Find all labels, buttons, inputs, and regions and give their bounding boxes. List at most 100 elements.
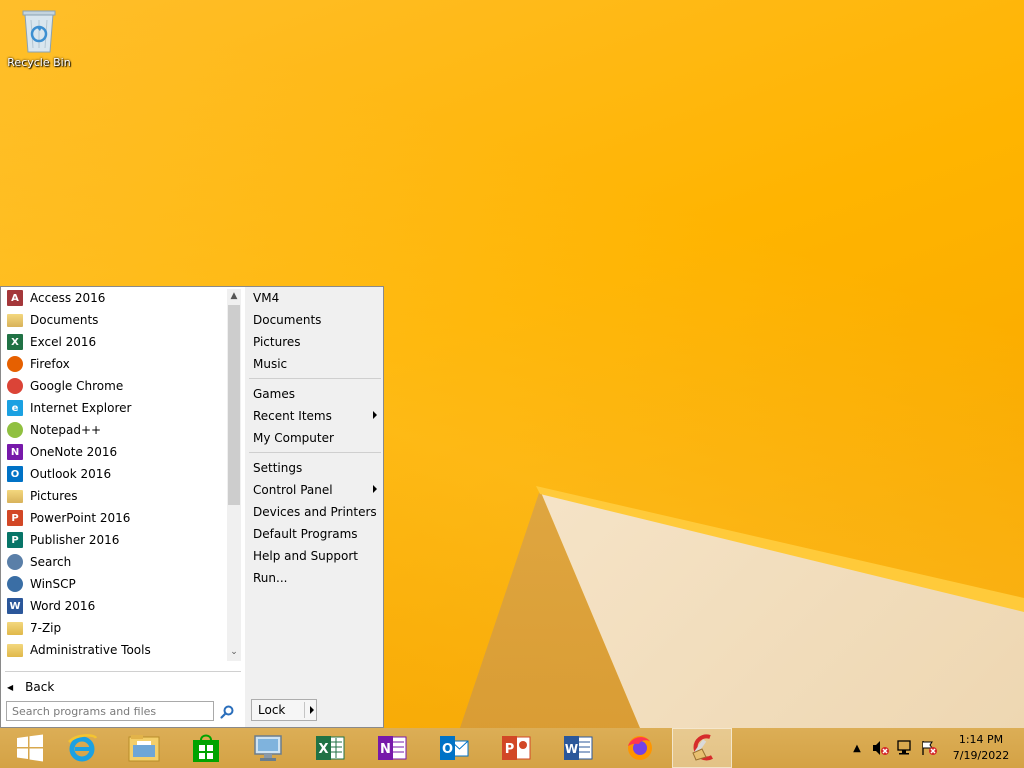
place-label: Control Panel xyxy=(253,483,333,497)
program-item[interactable]: WinSCP xyxy=(1,573,227,595)
place-label: Settings xyxy=(253,461,303,475)
program-item[interactable]: A Access 2016 xyxy=(1,287,227,309)
place-item[interactable]: Devices and Printers xyxy=(247,501,383,523)
system-tray: ▲ xyxy=(850,728,938,768)
place-item[interactable]: My Computer xyxy=(247,427,383,449)
program-item[interactable]: Firefox xyxy=(1,353,227,375)
program-label: Notepad++ xyxy=(30,423,102,437)
taskbar-remote-desktop[interactable] xyxy=(238,728,298,768)
ie-icon xyxy=(68,734,98,762)
folder-pictures-icon xyxy=(7,489,23,503)
taskbar: X N O P W ▲ 1:14 PM 7/19/2022 xyxy=(0,728,1024,768)
program-item[interactable]: O Outlook 2016 xyxy=(1,463,227,485)
powerpoint-icon: P xyxy=(502,736,531,760)
windows-logo-icon xyxy=(17,734,43,762)
divider xyxy=(304,702,305,718)
search-icon[interactable] xyxy=(219,704,235,720)
program-item[interactable]: e Internet Explorer xyxy=(1,397,227,419)
program-item[interactable]: Notepad++ xyxy=(1,419,227,441)
access-icon: A xyxy=(7,290,23,306)
place-label: Documents xyxy=(253,313,322,327)
word-icon: W xyxy=(7,598,23,614)
scroll-up-icon[interactable]: ▲ xyxy=(227,289,241,303)
firefox-icon xyxy=(628,736,652,760)
submenu-arrow-icon xyxy=(373,411,377,419)
taskbar-internet-explorer[interactable] xyxy=(52,728,112,768)
program-label: Search xyxy=(30,555,72,569)
power-options-arrow-icon[interactable] xyxy=(310,706,314,714)
store-icon xyxy=(193,734,219,762)
divider xyxy=(5,671,241,672)
action-center-icon[interactable] xyxy=(920,740,938,756)
start-menu: A Access 2016 Documents X Excel 2016 Firefox G… xyxy=(0,286,384,728)
place-label: Music xyxy=(253,357,288,371)
place-item[interactable]: Pictures xyxy=(247,331,383,353)
taskbar-firefox[interactable] xyxy=(610,728,670,768)
submenu-arrow-icon xyxy=(373,485,377,493)
program-item[interactable]: Pictures xyxy=(1,485,227,507)
taskbar-excel[interactable]: X xyxy=(300,728,360,768)
back-label: Back xyxy=(25,680,55,694)
network-icon[interactable] xyxy=(896,740,914,756)
program-label: Firefox xyxy=(30,357,70,371)
outlook-icon: O xyxy=(440,736,469,760)
place-label: My Computer xyxy=(253,431,334,445)
place-item[interactable]: Help and Support xyxy=(247,545,383,567)
lock-button[interactable]: Lock xyxy=(251,699,317,721)
program-label: Excel 2016 xyxy=(30,335,97,349)
remote-desktop-icon xyxy=(254,735,282,761)
file-explorer-icon xyxy=(128,735,160,762)
taskbar-powerpoint[interactable]: P xyxy=(486,728,546,768)
place-item[interactable]: Default Programs xyxy=(247,523,383,545)
folder-documents-icon xyxy=(7,313,23,327)
program-item[interactable]: 7-Zip xyxy=(1,617,227,639)
powerpoint-icon: P xyxy=(7,510,23,526)
excel-icon: X xyxy=(316,736,345,760)
place-item[interactable]: VM4 xyxy=(247,287,383,309)
place-label: Default Programs xyxy=(253,527,358,541)
taskbar-outlook[interactable]: O xyxy=(424,728,484,768)
place-item[interactable]: Settings xyxy=(247,457,383,479)
program-item[interactable]: P PowerPoint 2016 xyxy=(1,507,227,529)
desktop-icon-recycle-bin[interactable]: Recycle Bin xyxy=(6,6,72,69)
back-button[interactable]: ◀ Back xyxy=(5,677,241,697)
places-list: VM4 Documents Pictures Music Games Recent Ite… xyxy=(247,287,383,589)
program-item[interactable]: P Publisher 2016 xyxy=(1,529,227,551)
clock-date: 7/19/2022 xyxy=(952,749,1010,762)
winscp-icon xyxy=(7,576,23,592)
scrollbar-thumb[interactable] xyxy=(228,305,240,505)
taskbar-ccleaner[interactable] xyxy=(672,728,732,768)
place-item[interactable]: Music xyxy=(247,353,383,375)
program-item[interactable]: X Excel 2016 xyxy=(1,331,227,353)
place-label: Devices and Printers xyxy=(253,505,377,519)
program-item[interactable]: W Word 2016 xyxy=(1,595,227,617)
place-item[interactable]: Games xyxy=(247,383,383,405)
program-label: Documents xyxy=(30,313,99,327)
program-item[interactable]: Documents xyxy=(1,309,227,331)
place-item[interactable]: Documents xyxy=(247,309,383,331)
program-item[interactable]: N OneNote 2016 xyxy=(1,441,227,463)
show-hidden-icons-icon[interactable]: ▲ xyxy=(850,743,864,754)
svg-text:N: N xyxy=(380,742,391,757)
program-item[interactable]: Administrative Tools xyxy=(1,639,227,661)
place-item[interactable]: Recent Items xyxy=(247,405,383,427)
programs-scrollbar[interactable]: ▲ ⌄ xyxy=(227,289,241,661)
taskbar-store[interactable] xyxy=(176,728,236,768)
divider xyxy=(249,452,381,453)
volume-muted-icon[interactable] xyxy=(872,740,890,756)
ie-icon: e xyxy=(7,400,23,416)
place-item[interactable]: Control Panel xyxy=(247,479,383,501)
program-item[interactable]: Search xyxy=(1,551,227,573)
place-item[interactable]: Run... xyxy=(247,567,383,589)
place-label: Run... xyxy=(253,571,288,585)
taskbar-onenote[interactable]: N xyxy=(362,728,422,768)
scroll-down-icon[interactable]: ⌄ xyxy=(227,645,241,659)
place-label: Help and Support xyxy=(253,549,358,563)
program-item[interactable]: Google Chrome xyxy=(1,375,227,397)
clock[interactable]: 1:14 PM 7/19/2022 xyxy=(946,732,1016,764)
search-input[interactable] xyxy=(6,701,214,721)
taskbar-word[interactable]: W xyxy=(548,728,608,768)
taskbar-file-explorer[interactable] xyxy=(114,728,174,768)
start-button[interactable] xyxy=(0,728,60,768)
program-label: Administrative Tools xyxy=(30,643,151,657)
